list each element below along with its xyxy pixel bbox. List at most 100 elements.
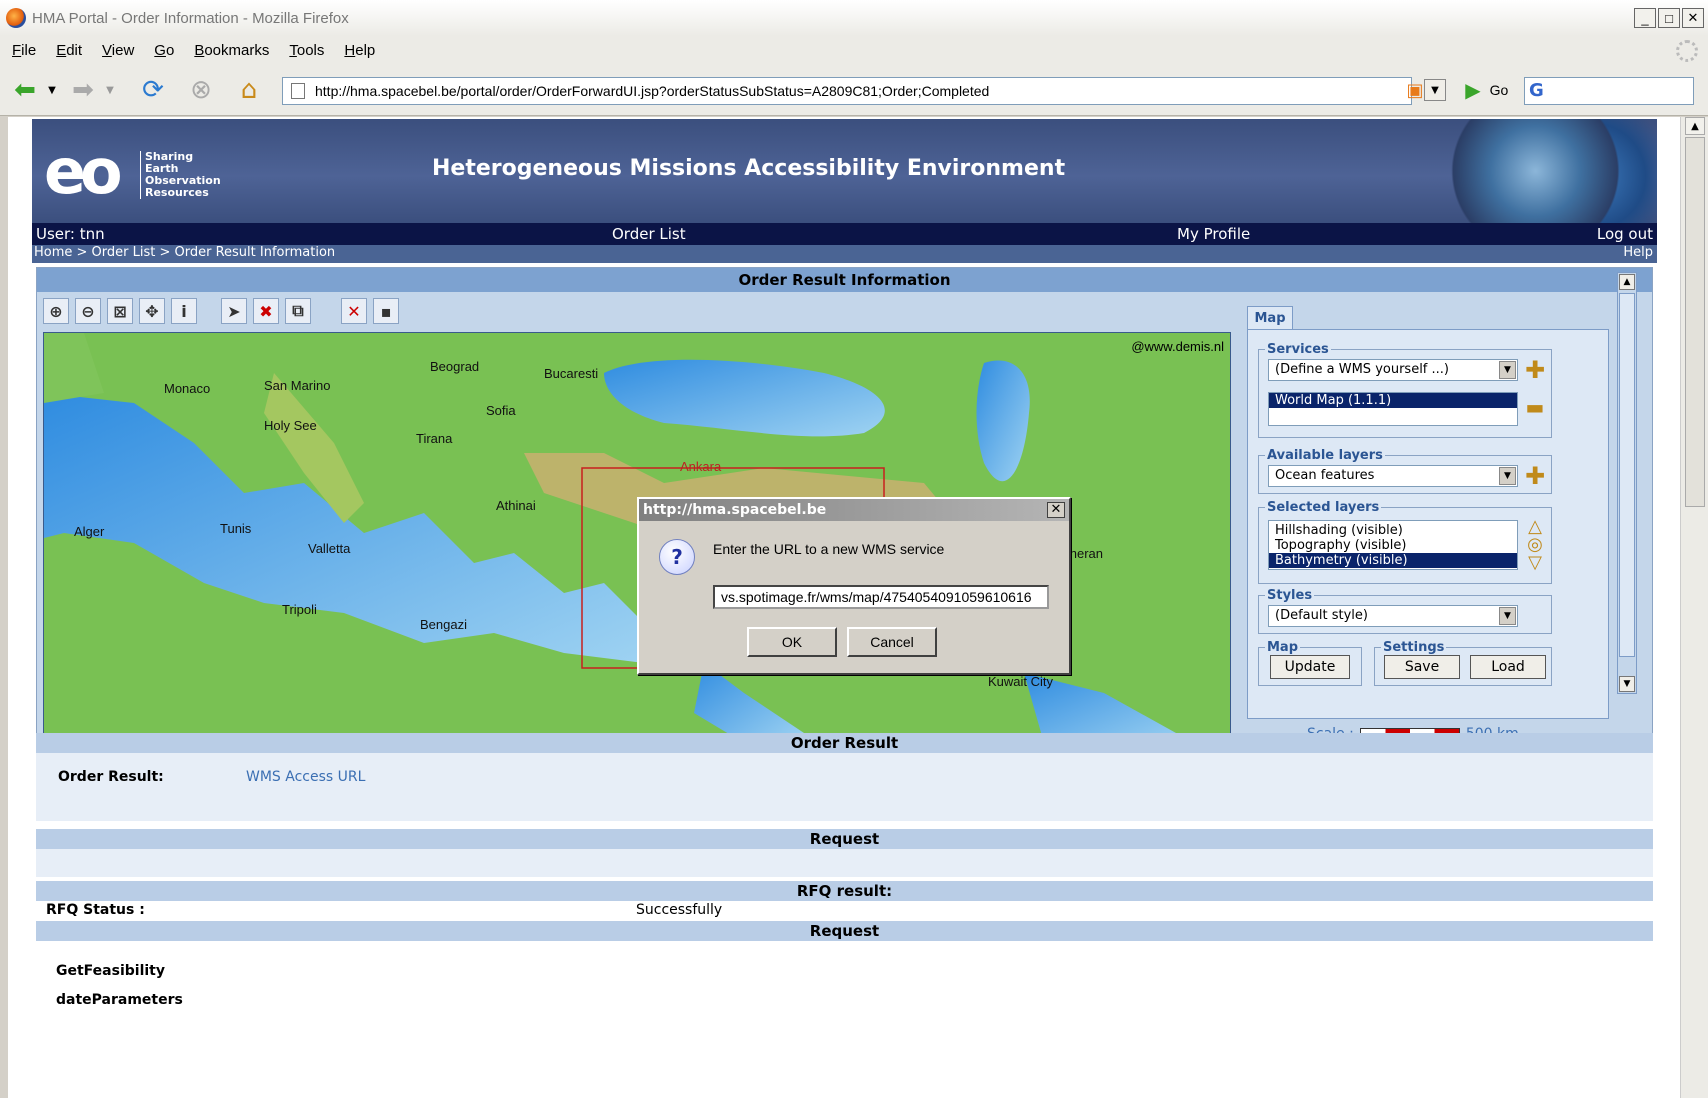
settings-legend: Settings [1383, 640, 1445, 655]
forward-dropdown-icon[interactable]: ▼ [102, 74, 118, 106]
map-place-label: Ankara [680, 459, 722, 474]
delete-selection-icon[interactable]: ✖ [253, 298, 279, 324]
update-button[interactable]: Update [1270, 655, 1350, 679]
menu-go[interactable]: Go [154, 42, 174, 59]
url-dropdown-icon[interactable]: ▼ [1424, 79, 1446, 101]
tab-map[interactable]: Map [1247, 306, 1293, 330]
services-list[interactable]: World Map (1.1.1) [1268, 392, 1518, 426]
map-place-label: Tripoli [282, 602, 317, 617]
map-place-label: Holy See [264, 418, 317, 433]
order-list-link[interactable]: Order List [612, 225, 686, 243]
menu-tools[interactable]: Tools [289, 42, 324, 59]
load-button[interactable]: Load [1470, 655, 1546, 679]
list-item[interactable]: World Map (1.1.1) [1269, 393, 1517, 408]
close-window-button[interactable]: ✕ [1682, 8, 1704, 28]
map-place-label: Bucaresti [544, 366, 599, 381]
zoom-out-icon[interactable]: ⊖ [75, 298, 101, 324]
user-label: User: tnn [36, 225, 105, 243]
zoom-extent-icon[interactable]: ⊠ [107, 298, 133, 324]
scrollbar-thumb[interactable] [1619, 293, 1635, 657]
menu-bar: File Edit View Go Bookmarks Tools Help [0, 36, 1708, 64]
chevron-down-icon: ▼ [1499, 467, 1516, 485]
page-scrollbar[interactable]: ▲ [1680, 117, 1708, 1098]
list-item[interactable]: Bathymetry (visible) [1269, 553, 1517, 568]
add-layer-icon[interactable]: ✚ [1524, 464, 1546, 488]
wms-access-url-link[interactable]: WMS Access URL [246, 769, 365, 785]
rfq-status-row: RFQ Status : Successfully [36, 901, 1653, 921]
copy-icon[interactable]: ⧉ [285, 298, 311, 324]
question-icon: ? [659, 539, 695, 575]
scroll-up-icon[interactable]: ▲ [1685, 117, 1705, 135]
search-input[interactable]: G [1524, 77, 1694, 105]
map-view[interactable]: @www.demis.nl Beograd Bucaresti Monaco S… [43, 332, 1231, 742]
order-result-label: Order Result: [58, 769, 164, 785]
map-place-label: Beograd [430, 359, 480, 374]
stop-icon[interactable]: ⊗ [184, 74, 218, 106]
available-layers-legend: Available layers [1267, 448, 1383, 463]
page-viewport: eo Sharing Earth Observation Resources H… [8, 117, 1680, 1098]
list-item[interactable]: Topography (visible) [1269, 538, 1517, 553]
request-heading-2: Request [36, 921, 1653, 941]
request-item: dateParameters [56, 992, 183, 1008]
move-down-icon[interactable]: ▽ [1524, 552, 1546, 574]
back-dropdown-icon[interactable]: ▼ [44, 74, 60, 106]
add-service-icon[interactable]: ✚ [1524, 358, 1546, 382]
remove-service-icon[interactable]: ▬ [1524, 396, 1546, 418]
menu-edit[interactable]: Edit [56, 42, 82, 59]
reload-icon[interactable]: ⟳ [136, 74, 170, 106]
control-panel-scrollbar[interactable]: ▲ ▼ [1617, 272, 1637, 694]
map-tab-body: Services (Define a WMS yourself ...) ▼ ✚… [1247, 329, 1609, 719]
dialog-close-icon[interactable]: ✕ [1047, 502, 1065, 518]
rfq-status-value: Successfully [636, 902, 723, 918]
maximize-button[interactable]: □ [1658, 8, 1680, 28]
window-title-bar: HMA Portal - Order Information - Mozilla… [0, 0, 1708, 36]
forward-arrow-icon[interactable]: ➡ [66, 74, 100, 106]
my-profile-link[interactable]: My Profile [1177, 225, 1250, 243]
user-navigation-bar: User: tnn Order List My Profile Log out [32, 223, 1657, 245]
menu-bookmarks[interactable]: Bookmarks [194, 42, 269, 59]
breadcrumb: Home > Order List > Order Result Informa… [32, 245, 1657, 263]
services-select[interactable]: (Define a WMS yourself ...) ▼ [1268, 359, 1518, 381]
cancel-button[interactable]: Cancel [847, 627, 937, 657]
go-button[interactable]: Go [1482, 74, 1516, 106]
wms-url-input[interactable]: vs.spotimage.fr/wms/map/4754054091059610… [713, 585, 1049, 609]
pan-icon[interactable]: ✥ [139, 298, 165, 324]
scrollbar-thumb[interactable] [1685, 137, 1705, 507]
throbber-icon [1676, 40, 1698, 62]
menu-file[interactable]: File [12, 42, 36, 59]
map-place-label: San Marino [264, 378, 331, 393]
menu-help[interactable]: Help [344, 42, 375, 59]
select-arrow-icon[interactable]: ➤ [221, 298, 247, 324]
address-bar[interactable]: http://hma.spacebel.be/portal/order/Orde… [282, 77, 1412, 105]
google-icon: G [1529, 80, 1544, 101]
breadcrumb-text[interactable]: Home > Order List > Order Result Informa… [34, 245, 335, 260]
back-arrow-icon[interactable]: ⬅ [8, 74, 42, 106]
help-link[interactable]: Help [1623, 245, 1653, 260]
services-select-value: (Define a WMS yourself ...) [1275, 362, 1449, 377]
site-header: eo Sharing Earth Observation Resources H… [32, 119, 1657, 223]
header-clock-globe-image [1337, 119, 1657, 223]
zoom-in-icon[interactable]: ⊕ [43, 298, 69, 324]
wms-url-dialog: http://hma.spacebel.be ✕ ? Enter the URL… [637, 497, 1071, 675]
logout-link[interactable]: Log out [1597, 225, 1653, 243]
scroll-down-icon[interactable]: ▼ [1619, 676, 1635, 692]
services-legend: Services [1267, 342, 1329, 357]
save-button[interactable]: Save [1384, 655, 1460, 679]
map-place-label: Bengazi [420, 617, 467, 632]
menu-view[interactable]: View [102, 42, 134, 59]
clear-icon[interactable]: ✕ [341, 298, 367, 324]
map-place-label: Sofia [486, 403, 516, 418]
styles-select[interactable]: (Default style) ▼ [1268, 605, 1518, 627]
logo-tagline: Sharing Earth Observation Resources [140, 151, 221, 199]
minimize-button[interactable]: _ [1634, 8, 1656, 28]
home-icon[interactable]: ⌂ [232, 74, 266, 106]
info-icon[interactable]: i [171, 298, 197, 324]
list-item[interactable]: Hillshading (visible) [1269, 523, 1517, 538]
save-floppy-icon[interactable]: ▪ [373, 298, 399, 324]
order-result-heading: Order Result [36, 733, 1653, 753]
available-layers-select[interactable]: Ocean features ▼ [1268, 465, 1518, 487]
selected-layers-list[interactable]: Hillshading (visible) Topography (visibl… [1268, 520, 1518, 570]
eo-logo: eo Sharing Earth Observation Resources [44, 127, 244, 211]
scroll-up-icon[interactable]: ▲ [1619, 274, 1635, 290]
ok-button[interactable]: OK [747, 627, 837, 657]
